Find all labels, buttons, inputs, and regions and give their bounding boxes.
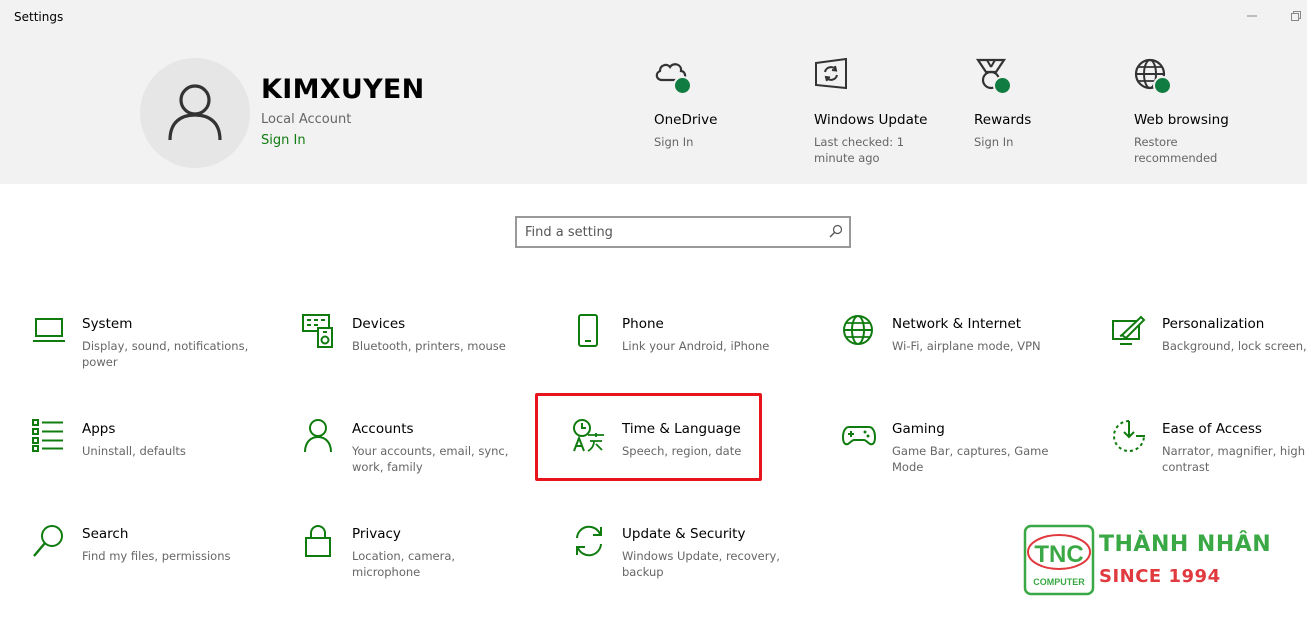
tile-status: Sign In xyxy=(654,135,694,149)
category-name: Privacy xyxy=(352,526,401,542)
windows-update-icon xyxy=(815,57,847,90)
category-ease-of-access[interactable]: Ease of Access Narrator, magnifier, high… xyxy=(1112,419,1307,479)
category-gaming[interactable]: Gaming Game Bar, captures, Game Mode xyxy=(842,419,1072,479)
watermark-logo: TNC COMPUTER THÀNH NHÂN SINCE 1994 xyxy=(1023,524,1273,596)
minimize-icon xyxy=(1247,15,1257,17)
restore-icon xyxy=(1291,11,1301,21)
category-system[interactable]: System Display, sound, notifications, po… xyxy=(32,314,262,374)
minimize-button[interactable] xyxy=(1238,6,1266,28)
category-description: Bluetooth, printers, mouse xyxy=(352,339,506,353)
person-icon xyxy=(168,84,222,141)
category-description: Game Bar, captures, Game Mode xyxy=(892,444,1049,474)
tile-windows-update[interactable]: Windows Update Last checked: 1 minute ag… xyxy=(814,57,964,165)
category-accounts[interactable]: Accounts Your accounts, email, sync, wor… xyxy=(302,419,532,479)
person-icon xyxy=(304,419,332,453)
gamepad-icon xyxy=(842,426,876,446)
status-dot-icon xyxy=(673,76,692,95)
category-description: Location, camera, microphone xyxy=(352,549,456,579)
category-name: Phone xyxy=(622,316,664,332)
account-sign-in-link[interactable]: Sign In xyxy=(261,133,306,148)
logo-mark-subtext: COMPUTER xyxy=(1033,577,1085,587)
category-name: Apps xyxy=(82,421,116,437)
status-dot-icon xyxy=(1153,76,1172,95)
category-description: Wi-Fi, airplane mode, VPN xyxy=(892,339,1041,353)
category-description: Uninstall, defaults xyxy=(82,444,186,458)
search-icon xyxy=(33,525,63,557)
category-name: Gaming xyxy=(892,421,945,437)
avatar[interactable] xyxy=(140,58,250,168)
tile-name: Windows Update xyxy=(814,112,928,128)
tile-rewards[interactable]: Rewards Sign In xyxy=(974,58,1124,149)
ease-of-access-icon xyxy=(1113,420,1145,452)
category-personalization[interactable]: Personalization Background, lock screen,… xyxy=(1112,314,1307,374)
laptop-icon xyxy=(33,318,65,342)
category-name: Search xyxy=(82,526,129,542)
tile-status: Last checked: 1 minute ago xyxy=(814,135,905,165)
tile-status: Restore recommended xyxy=(1134,135,1218,165)
category-update-security[interactable]: Update & Security Windows Update, recove… xyxy=(572,524,802,584)
tile-status: Sign In xyxy=(974,135,1014,149)
account-header: KIMXUYEN Local Account Sign In OneDrive … xyxy=(0,36,1307,184)
account-type: Local Account xyxy=(261,112,352,127)
category-description: Find my files, permissions xyxy=(82,549,231,563)
highlight-box xyxy=(535,393,762,481)
category-network[interactable]: Network & Internet Wi-Fi, airplane mode,… xyxy=(842,314,1072,374)
category-privacy[interactable]: Privacy Location, camera, microphone xyxy=(302,524,532,584)
brand-tagline: SINCE 1994 xyxy=(1099,566,1221,587)
apps-list-icon xyxy=(32,419,63,452)
category-description: Your accounts, email, sync, work, family xyxy=(352,444,509,474)
category-description: Narrator, magnifier, high contrast xyxy=(1162,444,1305,474)
category-apps[interactable]: Apps Uninstall, defaults xyxy=(32,419,262,479)
globe-icon xyxy=(843,315,873,345)
search-input[interactable] xyxy=(525,222,815,242)
category-name: Network & Internet xyxy=(892,316,1022,332)
category-description: Display, sound, notifications, power xyxy=(82,339,249,369)
tile-name: Web browsing xyxy=(1134,112,1229,128)
phone-icon xyxy=(578,314,598,347)
category-description: Windows Update, recovery, backup xyxy=(622,549,780,579)
search-box[interactable] xyxy=(515,216,851,248)
category-description: Background, lock screen, co xyxy=(1162,339,1307,353)
title-bar: Settings xyxy=(0,0,1307,36)
tnc-logo-icon: TNC COMPUTER xyxy=(1023,524,1095,596)
paintbrush-icon xyxy=(1112,315,1146,345)
tile-name: Rewards xyxy=(974,112,1032,128)
logo-mark-text: TNC xyxy=(1034,541,1083,568)
sync-icon xyxy=(576,525,602,557)
tile-onedrive[interactable]: OneDrive Sign In xyxy=(654,58,804,149)
category-name: Ease of Access xyxy=(1162,421,1262,437)
tile-name: OneDrive xyxy=(654,112,718,128)
lock-icon xyxy=(305,525,331,557)
category-name: System xyxy=(82,316,133,332)
category-name: Devices xyxy=(352,316,406,332)
status-dot-icon xyxy=(993,76,1012,95)
category-description: Link your Android, iPhone xyxy=(622,339,770,353)
devices-icon xyxy=(302,314,333,348)
category-devices[interactable]: Devices Bluetooth, printers, mouse xyxy=(302,314,532,374)
tile-web-browsing[interactable]: Web browsing Restore recommended xyxy=(1134,58,1284,165)
brand-name: THÀNH NHÂN xyxy=(1099,532,1272,557)
window-title: Settings xyxy=(14,10,64,24)
category-phone[interactable]: Phone Link your Android, iPhone xyxy=(572,314,802,374)
account-name: KIMXUYEN xyxy=(261,74,425,105)
category-search[interactable]: Search Find my files, permissions xyxy=(32,524,262,584)
search-icon[interactable] xyxy=(829,224,843,238)
category-name: Personalization xyxy=(1162,316,1265,332)
category-name: Update & Security xyxy=(622,526,746,542)
maximize-button[interactable] xyxy=(1282,6,1307,28)
category-name: Accounts xyxy=(352,421,414,437)
